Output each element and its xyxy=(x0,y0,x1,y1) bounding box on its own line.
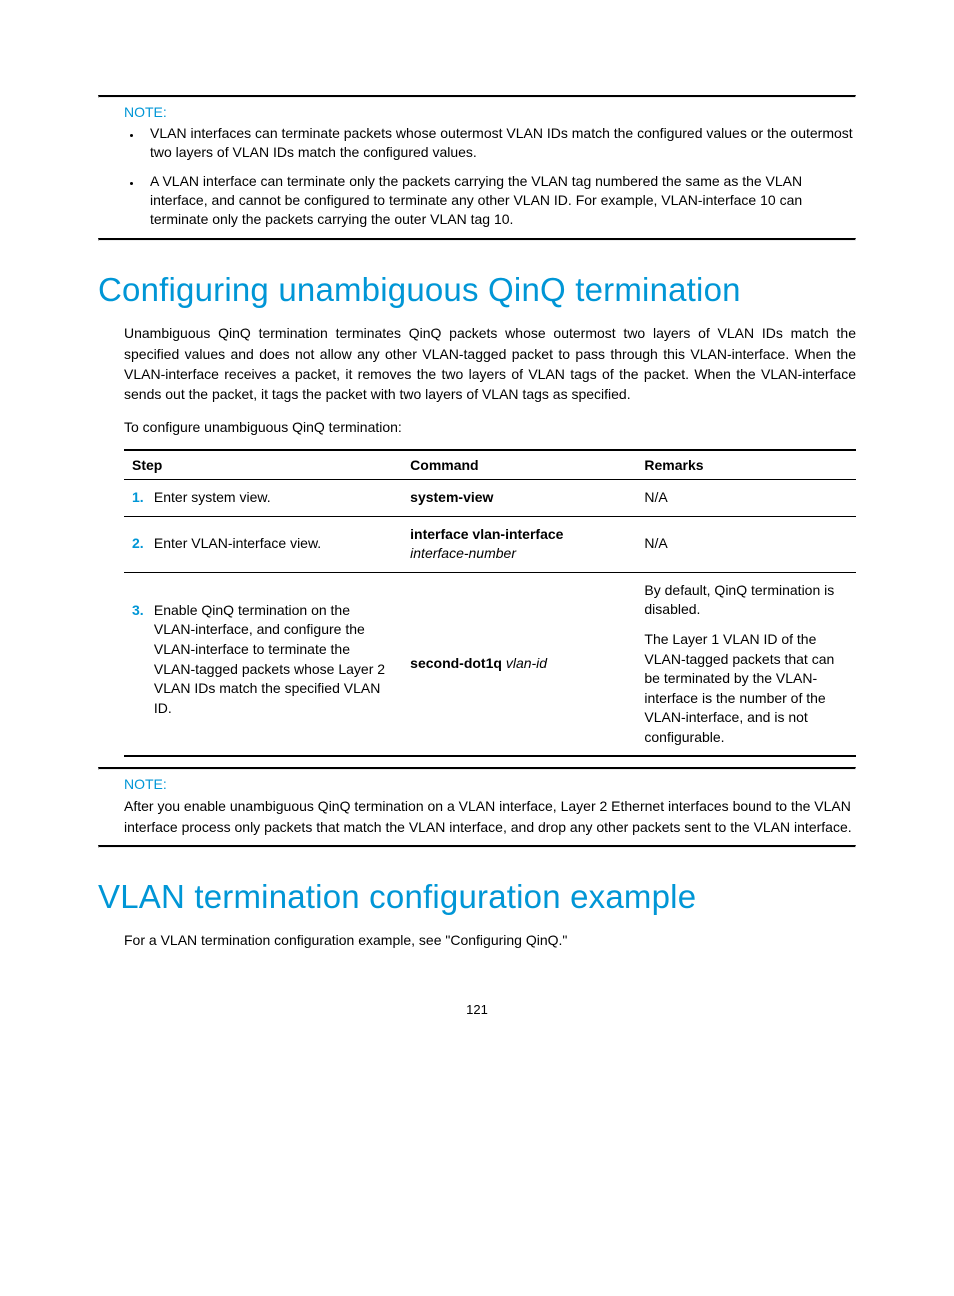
command-italic: interface-number xyxy=(410,544,628,564)
step-number: 1. xyxy=(132,488,150,508)
remarks-para: By default, QinQ termination is disabled… xyxy=(644,581,848,620)
step-number: 3. xyxy=(132,601,150,621)
paragraph-qinq-intro: Unambiguous QinQ termination terminates … xyxy=(124,323,856,404)
col-command: Command xyxy=(402,450,636,480)
note-block-1: NOTE: VLAN interfaces can terminate pack… xyxy=(98,95,856,241)
remarks-cell: N/A xyxy=(636,516,856,572)
divider xyxy=(98,238,856,241)
command-bold: system-view xyxy=(410,489,493,505)
note-text: After you enable unambiguous QinQ termin… xyxy=(124,796,856,837)
note-bullet: A VLAN interface can terminate only the … xyxy=(142,172,856,229)
remarks-cell: N/A xyxy=(636,479,856,516)
table-row: 3. Enable QinQ termination on the VLAN-i… xyxy=(124,572,856,756)
step-text: Enter VLAN-interface view. xyxy=(154,534,386,554)
paragraph-example: For a VLAN termination configuration exa… xyxy=(124,930,856,950)
step-cell: 2. Enter VLAN-interface view. xyxy=(124,516,402,572)
note-bullet: VLAN interfaces can terminate packets wh… xyxy=(142,124,856,162)
remarks-cell: By default, QinQ termination is disabled… xyxy=(636,572,856,756)
remarks-para: The Layer 1 VLAN ID of the VLAN-tagged p… xyxy=(644,630,848,748)
divider xyxy=(98,767,856,770)
paragraph-qinq-lead: To configure unambiguous QinQ terminatio… xyxy=(124,417,856,437)
command-cell: interface vlan-interface interface-numbe… xyxy=(402,516,636,572)
step-cell: 1. Enter system view. xyxy=(124,479,402,516)
command-cell: system-view xyxy=(402,479,636,516)
table-row: 2. Enter VLAN-interface view. interface … xyxy=(124,516,856,572)
command-italic: vlan-id xyxy=(506,655,547,671)
note-bullet-list: VLAN interfaces can terminate packets wh… xyxy=(98,124,856,228)
note-label: NOTE: xyxy=(124,776,856,792)
note-label: NOTE: xyxy=(124,104,856,120)
table-header-row: Step Command Remarks xyxy=(124,450,856,480)
heading-qinq: Configuring unambiguous QinQ termination xyxy=(98,271,856,309)
note-block-2: NOTE: After you enable unambiguous QinQ … xyxy=(98,767,856,848)
col-remarks: Remarks xyxy=(636,450,856,480)
divider xyxy=(98,95,856,98)
step-text: Enter system view. xyxy=(154,488,386,508)
page-content: NOTE: VLAN interfaces can terminate pack… xyxy=(0,0,954,1077)
divider xyxy=(98,845,856,848)
steps-table: Step Command Remarks 1. Enter system vie… xyxy=(124,449,856,758)
command-bold: interface vlan-interface xyxy=(410,525,628,545)
col-step: Step xyxy=(124,450,402,480)
table-row: 1. Enter system view. system-view N/A xyxy=(124,479,856,516)
step-text: Enable QinQ termination on the VLAN-inte… xyxy=(154,601,386,719)
heading-example: VLAN termination configuration example xyxy=(98,878,856,916)
step-number: 2. xyxy=(132,534,150,554)
command-cell: second-dot1q vlan-id xyxy=(402,572,636,756)
command-bold: second-dot1q xyxy=(410,655,502,671)
page-number: 121 xyxy=(98,962,856,1017)
step-cell: 3. Enable QinQ termination on the VLAN-i… xyxy=(124,572,402,756)
